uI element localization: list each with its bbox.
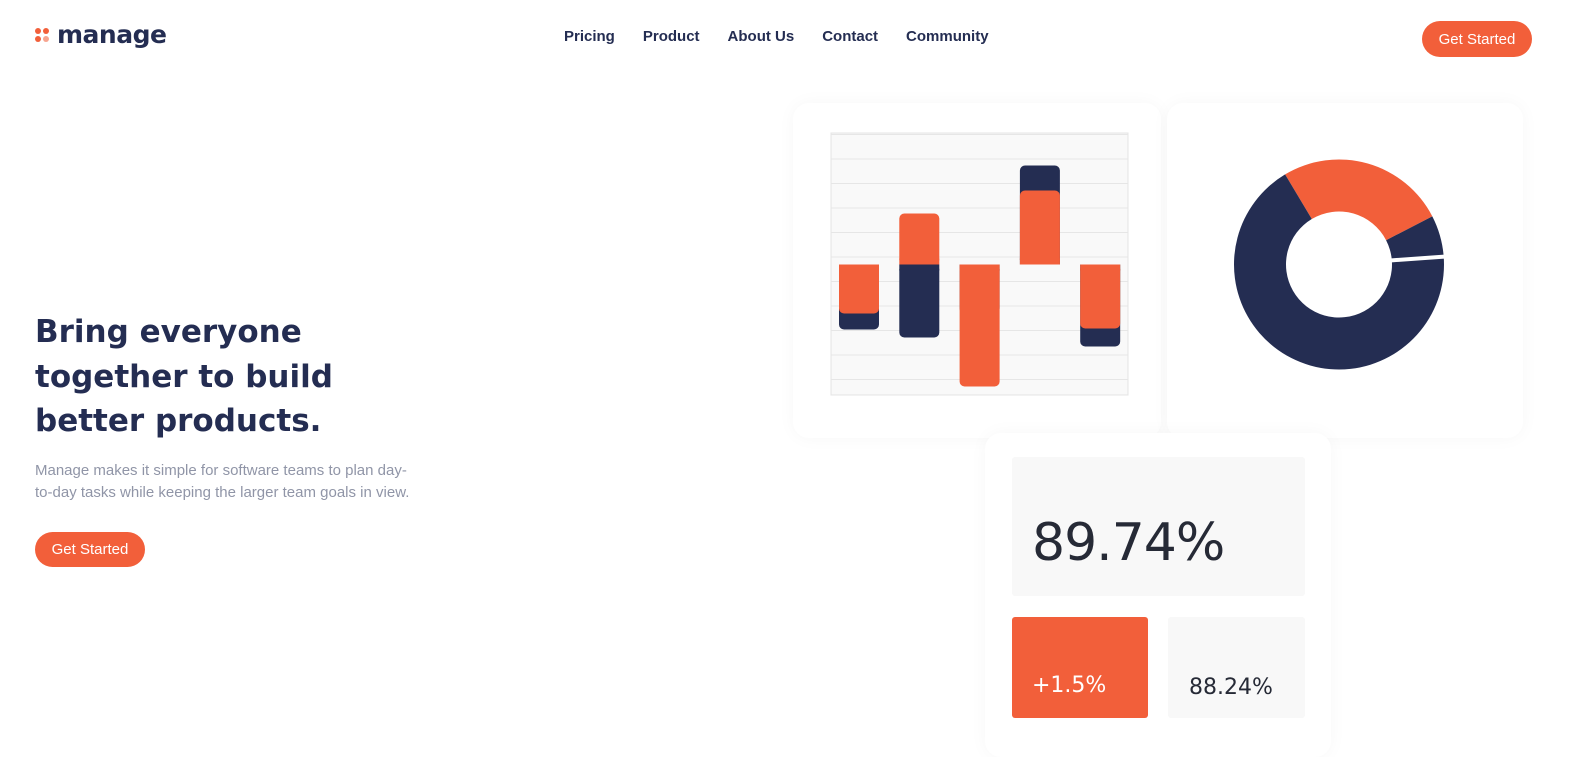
site-header: manage Pricing Product About Us Contact … (0, 0, 1583, 78)
hero-subtitle: Manage makes it simple for software team… (35, 460, 455, 504)
bar-chart-card (793, 103, 1161, 438)
hero-subtitle-line: Manage makes it simple for software team… (35, 462, 407, 479)
nav-contact[interactable]: Contact (822, 28, 878, 45)
donut-chart-card (1167, 103, 1523, 438)
hero-subtitle-line: to-day tasks while keeping the larger te… (35, 484, 410, 501)
nav-about-us[interactable]: About Us (728, 28, 795, 45)
main-stat-value: 89.74% (1032, 513, 1225, 573)
change-stat-tile: +1.5% (1012, 617, 1148, 718)
secondary-stat-value: 88.24% (1189, 675, 1273, 700)
nav-community[interactable]: Community (906, 28, 989, 45)
hero-title-line: together to build (35, 358, 333, 395)
hero-title-line: Bring everyone (35, 314, 302, 350)
header-get-started-button[interactable]: Get Started (1422, 21, 1532, 57)
hero-title: Bring everyone together to build better … (35, 310, 455, 444)
logo[interactable]: manage (35, 20, 167, 49)
main-stat-tile: 89.74% (1012, 457, 1305, 596)
logo-text: manage (57, 20, 167, 49)
nav-pricing[interactable]: Pricing (564, 28, 615, 45)
secondary-stat-tile: 88.24% (1168, 617, 1305, 718)
hero-get-started-button[interactable]: Get Started (35, 532, 145, 567)
hero-title-line: better products. (35, 403, 322, 439)
logo-dots-icon (35, 26, 51, 44)
change-stat-value: +1.5% (1032, 673, 1107, 698)
nav-product[interactable]: Product (643, 28, 700, 45)
main-nav: Pricing Product About Us Contact Communi… (564, 28, 989, 45)
